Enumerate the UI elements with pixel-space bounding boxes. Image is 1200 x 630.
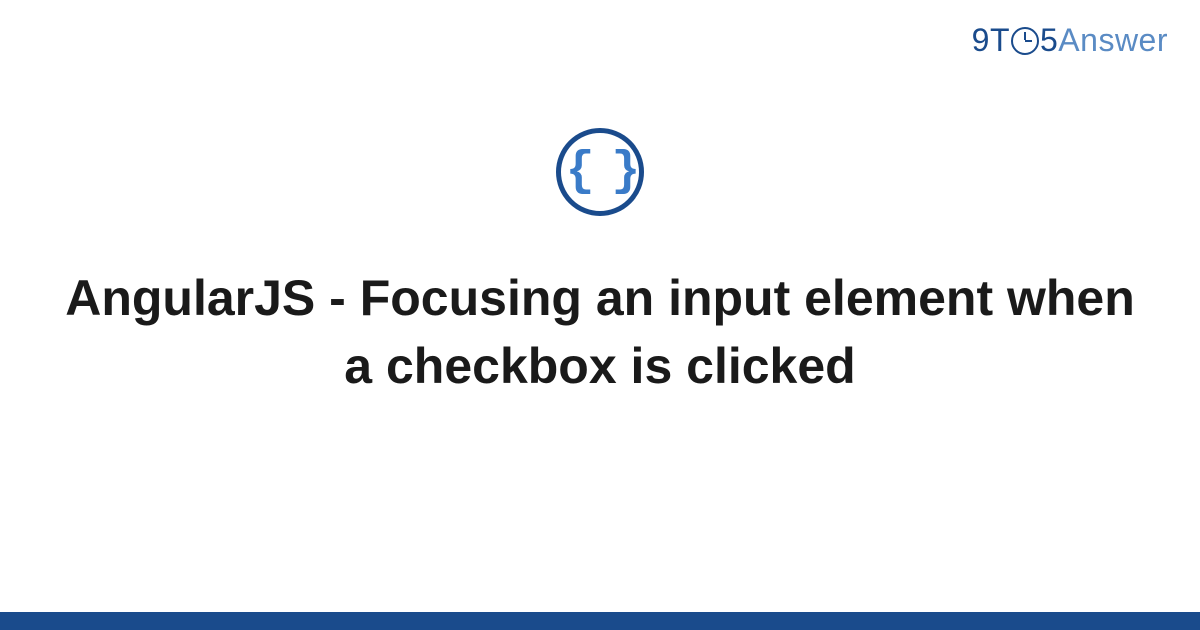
clock-icon bbox=[1011, 27, 1039, 55]
category-icon-circle: { } bbox=[556, 128, 644, 216]
brand-text-5: 5 bbox=[1040, 22, 1058, 59]
brand-logo: 9T 5 Answer bbox=[972, 22, 1168, 59]
code-braces-icon: { } bbox=[566, 148, 634, 196]
footer-bar bbox=[0, 612, 1200, 630]
brand-text-9t: 9T bbox=[972, 22, 1010, 59]
page-title: AngularJS - Focusing an input element wh… bbox=[60, 265, 1140, 400]
brand-text-answer: Answer bbox=[1058, 22, 1168, 59]
